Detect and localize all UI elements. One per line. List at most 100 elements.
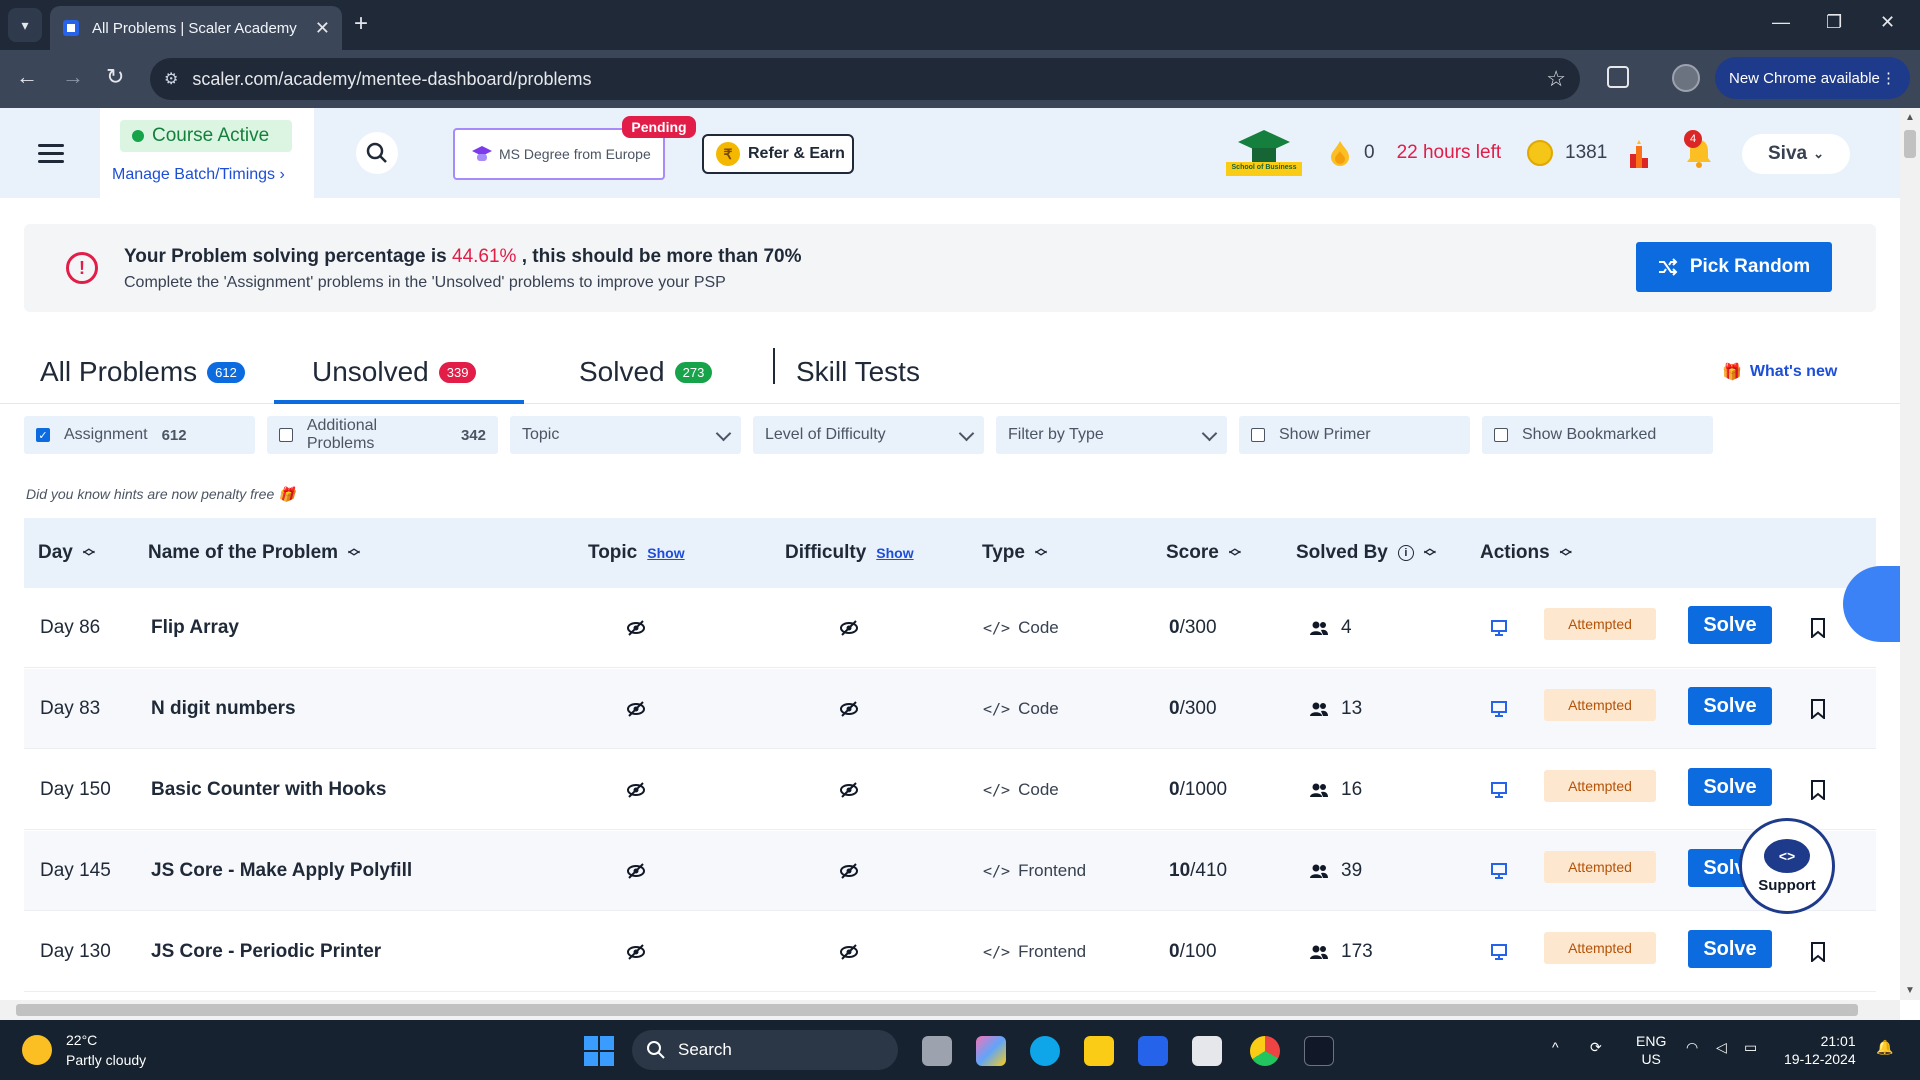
refer-earn-button[interactable]: ₹ Refer & Earn: [702, 134, 854, 174]
scroll-up-icon[interactable]: ▲: [1905, 112, 1915, 123]
solve-button[interactable]: Solve: [1688, 606, 1772, 644]
table-row[interactable]: Day 83 N digit numbers </> Code 0/300 13 Attem…: [24, 669, 1876, 749]
minimize-icon[interactable]: —: [1772, 12, 1790, 33]
wifi-icon[interactable]: ◠: [1686, 1038, 1698, 1056]
profile-avatar[interactable]: [1672, 64, 1700, 92]
header-day[interactable]: Day ︿ ﹀: [38, 542, 95, 564]
file-explorer-icon[interactable]: [922, 1036, 952, 1066]
site-info-icon[interactable]: ⚙: [164, 69, 178, 89]
tab-unsolved[interactable]: Unsolved 339: [312, 356, 477, 388]
additional-problems-filter[interactable]: Additional Problems 342: [267, 416, 498, 454]
table-row[interactable]: Day 145 JS Core - Make Apply Polyfill </> F…: [24, 831, 1876, 911]
close-tab-icon[interactable]: ✕: [315, 18, 330, 39]
copilot-icon[interactable]: [976, 1036, 1006, 1066]
volume-icon[interactable]: ◁: [1716, 1038, 1727, 1056]
topic-select[interactable]: Topic: [510, 416, 741, 454]
streak-indicator[interactable]: 0 22 hours left: [1330, 140, 1501, 166]
primer-icon[interactable]: [1490, 831, 1508, 911]
more-menu-icon[interactable]: ⋮: [1881, 69, 1896, 87]
header-actions[interactable]: Actions ︿ ﹀: [1480, 542, 1572, 564]
support-button[interactable]: <> Support: [1739, 818, 1835, 914]
weather-widget[interactable]: 22°C Partly cloudy: [22, 1030, 146, 1070]
forward-icon[interactable]: →: [62, 64, 84, 90]
problem-name[interactable]: Flip Array: [151, 588, 239, 668]
windows-start-icon[interactable]: [584, 1036, 614, 1066]
edge-icon[interactable]: [1030, 1036, 1060, 1066]
horizontal-scrollbar[interactable]: [0, 1000, 1900, 1020]
back-icon[interactable]: ←: [16, 64, 38, 90]
primer-icon[interactable]: [1490, 912, 1508, 992]
pick-random-button[interactable]: Pick Random: [1636, 242, 1832, 292]
search-button[interactable]: [356, 132, 398, 174]
scroll-down-icon[interactable]: ▼: [1905, 985, 1915, 996]
additional-problems-checkbox[interactable]: [279, 428, 293, 442]
assignment-filter[interactable]: ✓ Assignment 612: [24, 416, 255, 454]
reload-icon[interactable]: ↻: [106, 64, 124, 90]
terminal-icon[interactable]: [1304, 1036, 1334, 1066]
scrollbar-thumb[interactable]: [1904, 130, 1916, 158]
header-name[interactable]: Name of the Problem ︿ ﹀: [148, 542, 360, 564]
difficulty-select[interactable]: Level of Difficulty: [753, 416, 984, 454]
browser-tab[interactable]: All Problems | Scaler Academy ✕: [50, 6, 342, 50]
taskbar-search[interactable]: Search: [632, 1030, 898, 1070]
language-indicator[interactable]: ENG US: [1636, 1032, 1666, 1068]
primer-icon[interactable]: [1490, 750, 1508, 830]
assignment-checkbox[interactable]: ✓: [36, 428, 50, 442]
show-primer-checkbox[interactable]: [1251, 428, 1265, 442]
store-icon[interactable]: [1192, 1036, 1222, 1066]
header-solved-by[interactable]: Solved By i ︿ ﹀: [1296, 542, 1436, 564]
bookmark-icon[interactable]: [1810, 588, 1826, 668]
restore-icon[interactable]: ❐: [1826, 12, 1842, 33]
address-bar[interactable]: ⚙ scaler.com/academy/mentee-dashboard/pr…: [150, 58, 1580, 100]
problem-name[interactable]: N digit numbers: [151, 669, 296, 749]
new-tab-button[interactable]: +: [354, 10, 368, 38]
table-row[interactable]: Day 86 Flip Array </> Code 0/300 4 Attempted So…: [24, 588, 1876, 668]
show-primer-filter[interactable]: Show Primer: [1239, 416, 1470, 454]
tab-skill-tests[interactable]: Skill Tests: [796, 356, 920, 388]
table-row[interactable]: Day 130 JS Core - Periodic Printer </> Fron…: [24, 912, 1876, 992]
show-hidden-icons-icon[interactable]: ^: [1552, 1038, 1559, 1056]
scrollbar-thumb[interactable]: [16, 1004, 1858, 1016]
leaderboard-icon[interactable]: [1628, 140, 1650, 168]
dropbox-icon[interactable]: [1138, 1036, 1168, 1066]
battery-icon[interactable]: ▭: [1744, 1038, 1757, 1056]
bookmark-icon[interactable]: [1810, 750, 1826, 830]
close-window-icon[interactable]: ✕: [1880, 12, 1895, 33]
manage-batch-link[interactable]: Manage Batch/Timings ›: [112, 166, 285, 184]
coins-indicator[interactable]: 1381: [1527, 140, 1607, 166]
header-score[interactable]: Score ︿ ﹀: [1166, 542, 1241, 564]
primer-icon[interactable]: [1490, 588, 1508, 668]
show-bookmarked-checkbox[interactable]: [1494, 428, 1508, 442]
chrome-icon[interactable]: [1250, 1036, 1280, 1066]
new-chrome-available-button[interactable]: New Chrome available ⋮: [1715, 57, 1910, 99]
tab-search-button[interactable]: ▾: [8, 8, 42, 42]
bookmark-icon[interactable]: [1810, 669, 1826, 749]
sync-icon[interactable]: ⟳: [1590, 1038, 1602, 1056]
header-type[interactable]: Type ︿ ﹀: [982, 542, 1047, 564]
table-row[interactable]: Day 150 Basic Counter with Hooks </> Code 0/…: [24, 750, 1876, 830]
bookmark-icon[interactable]: [1810, 912, 1826, 992]
solve-button[interactable]: Solve: [1688, 687, 1772, 725]
solve-button[interactable]: Solve: [1688, 930, 1772, 968]
problem-name[interactable]: JS Core - Periodic Printer: [151, 912, 381, 992]
topic-show-link[interactable]: Show: [647, 545, 684, 561]
info-icon[interactable]: i: [1397, 545, 1414, 561]
solve-button[interactable]: Solve: [1688, 768, 1772, 806]
difficulty-show-link[interactable]: Show: [876, 545, 913, 561]
type-select[interactable]: Filter by Type: [996, 416, 1227, 454]
bookmark-star-icon[interactable]: ☆: [1546, 66, 1566, 92]
show-bookmarked-filter[interactable]: Show Bookmarked: [1482, 416, 1713, 454]
problem-name[interactable]: JS Core - Make Apply Polyfill: [151, 831, 412, 911]
tab-solved[interactable]: Solved 273: [579, 356, 713, 388]
notifications-icon[interactable]: 🔔: [1876, 1038, 1893, 1056]
system-clock[interactable]: 21:01 19-12-2024: [1784, 1032, 1856, 1068]
folder-icon[interactable]: [1084, 1036, 1114, 1066]
problem-name[interactable]: Basic Counter with Hooks: [151, 750, 386, 830]
primer-icon[interactable]: [1490, 669, 1508, 749]
hamburger-menu-icon[interactable]: [38, 144, 64, 168]
extensions-icon[interactable]: [1607, 66, 1629, 88]
tab-all-problems[interactable]: All Problems 612: [40, 356, 245, 388]
vertical-scrollbar[interactable]: ▲ ▼: [1900, 108, 1920, 1000]
whats-new-link[interactable]: 🎁 What's new: [1722, 362, 1837, 382]
user-menu[interactable]: Siva ⌄: [1742, 134, 1850, 174]
